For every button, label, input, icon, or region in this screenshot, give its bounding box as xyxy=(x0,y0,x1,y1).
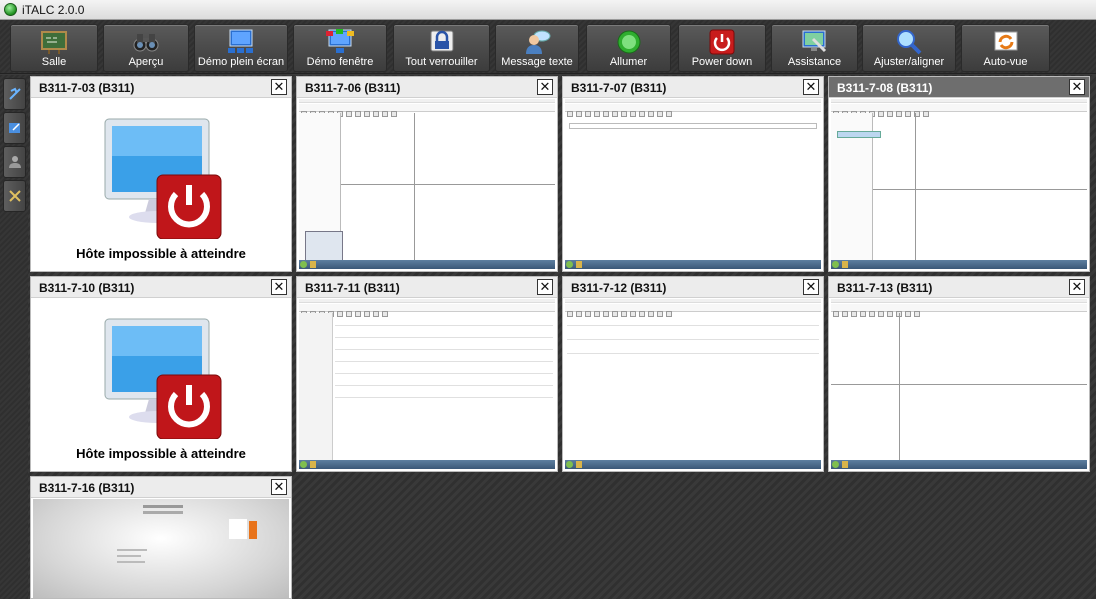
ajuster-aligner-button[interactable]: Ajuster/aligner xyxy=(862,24,956,72)
computer-tile[interactable]: B311-7-12 (B311) ✕ xyxy=(562,276,824,472)
lock-icon xyxy=(430,30,453,52)
main-toolbar: Salle Aperçu Démo plein écran Démo fenêt… xyxy=(0,20,1096,74)
computer-name: B311-7-13 (B311) xyxy=(829,277,1089,298)
magnifier-icon xyxy=(897,30,922,55)
computer-grid: B311-7-03 (B311) ✕ Hôte impossible à att… xyxy=(28,75,1096,599)
computer-name: B311-7-03 (B311) xyxy=(31,77,291,98)
italc-app-icon xyxy=(4,3,17,16)
status-text: Hôte impossible à atteindre xyxy=(76,246,246,261)
computer-tile[interactable]: B311-7-08 (B311) ✕ xyxy=(828,76,1090,272)
message-texte-button[interactable]: Message texte xyxy=(495,24,579,72)
power-on-icon xyxy=(617,30,640,54)
power-down-button[interactable]: Power down xyxy=(678,24,766,72)
binoculars-icon xyxy=(133,34,159,52)
computer-name: B311-7-08 (B311) xyxy=(829,77,1089,98)
users-icon xyxy=(9,156,21,168)
left-sidebar xyxy=(0,75,28,599)
salle-button[interactable]: Salle xyxy=(10,24,98,72)
snapshot-icon xyxy=(9,123,20,133)
computer-name: B311-7-11 (B311) xyxy=(297,277,557,298)
status-text: Hôte impossible à atteindre xyxy=(76,446,246,461)
allumer-button[interactable]: Allumer xyxy=(586,24,671,72)
screen-thumbnail xyxy=(299,299,555,469)
config-tools-icon xyxy=(9,190,21,202)
screen-thumbnail xyxy=(33,499,289,598)
computer-tile[interactable]: B311-7-03 (B311) ✕ Hôte impossible à att… xyxy=(30,76,292,272)
computer-name: B311-7-06 (B311) xyxy=(297,77,557,98)
close-icon[interactable]: ✕ xyxy=(271,479,287,495)
demo-plein-ecran-button[interactable]: Démo plein écran xyxy=(194,24,288,72)
computer-tile[interactable]: B311-7-11 (B311) ✕ xyxy=(296,276,558,472)
close-icon[interactable]: ✕ xyxy=(537,79,553,95)
screen-thumbnail xyxy=(831,99,1087,269)
close-icon[interactable]: ✕ xyxy=(1069,79,1085,95)
close-icon[interactable]: ✕ xyxy=(271,79,287,95)
screen-thumbnail xyxy=(831,299,1087,469)
title-bar: iTALC 2.0.0 xyxy=(0,0,1096,20)
computer-tile[interactable]: B311-7-10 (B311) ✕ Hôte impossible à att… xyxy=(30,276,292,472)
assistance-button[interactable]: Assistance xyxy=(771,24,858,72)
close-icon[interactable]: ✕ xyxy=(271,279,287,295)
classroom-icon xyxy=(9,87,21,100)
computer-name: B311-7-10 (B311) xyxy=(31,277,291,298)
auto-view-icon xyxy=(994,31,1017,51)
close-icon[interactable]: ✕ xyxy=(1069,279,1085,295)
offline-computer-icon xyxy=(104,318,222,439)
fullscreen-demo-icon xyxy=(228,29,253,53)
demo-fenetre-button[interactable]: Démo fenêtre xyxy=(293,24,387,72)
screen-thumbnail xyxy=(565,99,821,269)
message-icon xyxy=(526,30,551,54)
remote-assist-icon xyxy=(802,30,826,53)
sidebar-snapshot-button[interactable] xyxy=(3,112,26,144)
tout-verrouiller-button[interactable]: Tout verrouiller xyxy=(393,24,490,72)
computer-name: B311-7-07 (B311) xyxy=(563,77,823,98)
screen-area: Hôte impossible à atteindre xyxy=(33,299,289,469)
computer-name: B311-7-12 (B311) xyxy=(563,277,823,298)
close-icon[interactable]: ✕ xyxy=(803,279,819,295)
window-title: iTALC 2.0.0 xyxy=(22,2,85,17)
computer-tile[interactable]: B311-7-16 (B311) ✕ xyxy=(30,476,292,599)
sidebar-users-button[interactable] xyxy=(3,146,26,178)
computer-tile[interactable]: B311-7-13 (B311) ✕ xyxy=(828,276,1090,472)
offline-computer-icon xyxy=(104,118,222,239)
sidebar-classroom-button[interactable] xyxy=(3,78,26,110)
auto-vue-button[interactable]: Auto-vue xyxy=(961,24,1050,72)
screen-thumbnail xyxy=(299,99,555,269)
chalkboard-icon xyxy=(41,31,67,54)
power-off-icon xyxy=(709,29,735,55)
screen-thumbnail xyxy=(565,299,821,469)
screen-area: Hôte impossible à atteindre xyxy=(33,99,289,269)
window-demo-icon xyxy=(326,29,354,53)
close-icon[interactable]: ✕ xyxy=(803,79,819,95)
computer-name: B311-7-16 (B311) xyxy=(31,477,291,498)
computer-tile[interactable]: B311-7-07 (B311) ✕ xyxy=(562,76,824,272)
close-icon[interactable]: ✕ xyxy=(537,279,553,295)
computer-tile[interactable]: B311-7-06 (B311) ✕ xyxy=(296,76,558,272)
apercu-button[interactable]: Aperçu xyxy=(103,24,189,72)
sidebar-config-button[interactable] xyxy=(3,180,26,212)
